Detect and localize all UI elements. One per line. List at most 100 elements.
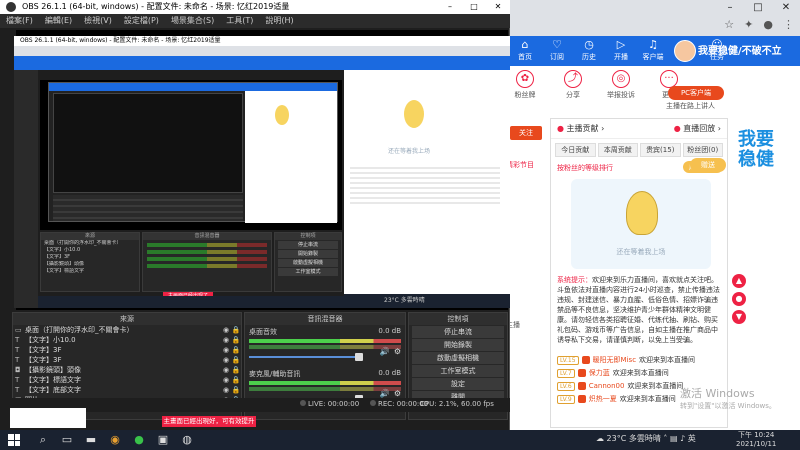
- lock-icon[interactable]: 🔒: [231, 356, 241, 364]
- ime-indicator[interactable]: 英: [688, 434, 696, 443]
- speaker-icon[interactable]: 🔊: [380, 347, 390, 356]
- weather-icon[interactable]: ☁: [596, 434, 604, 443]
- window-controls: – □ ✕: [716, 0, 800, 16]
- visibility-eye-icon[interactable]: ◉: [221, 346, 231, 354]
- extension-icon[interactable]: ✦: [744, 18, 753, 31]
- nav-item[interactable]: ▷ 开播: [606, 38, 636, 62]
- visibility-eye-icon[interactable]: ◉: [221, 336, 231, 344]
- speaker-icon[interactable]: 🔊: [380, 389, 390, 398]
- visibility-eye-icon[interactable]: ◉: [221, 386, 231, 394]
- lock-icon[interactable]: 🔒: [231, 346, 241, 354]
- visibility-eye-icon[interactable]: ◉: [221, 366, 231, 374]
- source-row[interactable]: T 【文字】3F ◉ 🔒: [13, 355, 241, 365]
- obs-taskbar-icon[interactable]: ◍: [180, 433, 194, 447]
- explorer-icon[interactable]: ▬: [84, 433, 98, 447]
- live-status: LIVE: 00:00:00: [300, 400, 359, 408]
- line-icon[interactable]: ●: [132, 433, 146, 447]
- nested-obs: 來源 桌面（打開你的浮水印_不關會卡） 【文字】小10.0 【文字】3F 【攝影…: [38, 70, 344, 308]
- subtab-week[interactable]: 本周贡献: [597, 143, 638, 157]
- right-ad[interactable]: 我要 稳健: [738, 130, 792, 170]
- source-row[interactable]: T 【文字】標語文字 ◉ 🔒: [13, 375, 241, 385]
- nav-item[interactable]: ◷ 历史: [574, 38, 604, 62]
- close-button[interactable]: ✕: [772, 0, 800, 16]
- obs-menu-item[interactable]: 檢視(V): [84, 14, 112, 28]
- start-button[interactable]: [8, 434, 20, 446]
- maximize-button[interactable]: □: [744, 0, 772, 16]
- menu-icon[interactable]: ⋮: [783, 18, 794, 31]
- side-button-1[interactable]: ▲: [732, 274, 746, 288]
- follow-button[interactable]: 关注: [510, 126, 542, 140]
- profile-icon[interactable]: ●: [763, 18, 773, 31]
- lock-icon[interactable]: 🔒: [231, 376, 241, 384]
- avatar[interactable]: [674, 40, 696, 62]
- control-button[interactable]: 設定: [412, 378, 504, 390]
- lock-icon[interactable]: 🔒: [231, 366, 241, 374]
- obs-menu-item[interactable]: 說明(H): [265, 14, 293, 28]
- subtab-today[interactable]: 今日贡献: [555, 143, 596, 157]
- chat-message: LV.7 保力蓝 欢迎来到本直播间: [557, 368, 723, 378]
- text-icon: T: [15, 346, 20, 354]
- network-icon[interactable]: ▤: [670, 434, 678, 443]
- star-icon[interactable]: ☆: [724, 18, 734, 31]
- side-button-3[interactable]: ▼: [732, 310, 746, 324]
- nested-source-3: 【文字】3F: [44, 254, 71, 260]
- subtab-fans[interactable]: 粉丝团(0): [682, 143, 723, 157]
- tray-up-icon[interactable]: ˄: [663, 434, 667, 443]
- subtab-vip[interactable]: 贵宾(15): [640, 143, 681, 157]
- control-button[interactable]: 工作室模式: [412, 365, 504, 377]
- obs-close-button[interactable]: ✕: [486, 0, 510, 14]
- control-button[interactable]: 開始錄製: [412, 339, 504, 351]
- nested-sources-header: 來源: [41, 233, 139, 240]
- source-row[interactable]: T 【文字】底部文字 ◉ 🔒: [13, 385, 241, 395]
- nested-capture: OBS 26.1.1 (64-bit, windows) - 配置文件: 未命名…: [14, 36, 510, 308]
- control-button[interactable]: 啟動虛擬相機: [412, 352, 504, 364]
- obs-menu-item[interactable]: 檔案(F): [6, 14, 33, 28]
- side-button-2[interactable]: ●: [732, 292, 746, 306]
- obs-minimize-button[interactable]: –: [438, 0, 462, 14]
- source-row[interactable]: ▭ 桌面（打開你的浮水印_不關會卡） ◉ 🔒: [13, 325, 241, 335]
- terminal-icon[interactable]: ▣: [156, 433, 170, 447]
- visibility-eye-icon[interactable]: ◉: [221, 356, 231, 364]
- minimize-button[interactable]: –: [716, 0, 744, 16]
- gear-icon[interactable]: ⚙: [394, 347, 401, 356]
- task-view-icon[interactable]: ▭: [60, 433, 74, 447]
- slider-knob[interactable]: [355, 353, 363, 361]
- obs-menu-item[interactable]: 工具(T): [226, 14, 253, 28]
- taskbar-clock[interactable]: 下午 10:24 2021/10/11: [736, 431, 776, 449]
- chat-username[interactable]: 炽热一夏: [589, 394, 617, 404]
- tab-contribution[interactable]: ● 主播贡献 ›: [557, 123, 604, 134]
- lock-icon[interactable]: 🔒: [231, 386, 241, 394]
- action-item[interactable]: ✿ 粉丝牌: [505, 70, 545, 100]
- chrome-icon[interactable]: ◉: [108, 433, 122, 447]
- lock-icon[interactable]: 🔒: [231, 326, 241, 334]
- nav-label: 客户端: [642, 53, 664, 61]
- display-icon: ▭: [15, 326, 22, 334]
- mixer-channel: 桌面音效 0.0 dB 🔊 ⚙: [245, 325, 405, 367]
- action-item[interactable]: ◎ 举报投诉: [601, 70, 641, 100]
- chat-username[interactable]: 保力蓝: [589, 368, 610, 378]
- search-icon[interactable]: ⌕: [36, 433, 50, 447]
- chat-username[interactable]: Cannon00: [589, 382, 625, 390]
- volume-icon[interactable]: ♪: [680, 434, 685, 443]
- action-item[interactable]: ⤴ 分享: [553, 70, 593, 100]
- obs-menu-item[interactable]: 編輯(E): [45, 14, 72, 28]
- tab-replay[interactable]: ● 直播回放 ›: [674, 123, 721, 134]
- nav-item[interactable]: ♫ 客户端: [638, 38, 668, 62]
- obs-menu-item[interactable]: 場景集合(S): [171, 14, 214, 28]
- visibility-eye-icon[interactable]: ◉: [221, 326, 231, 334]
- source-row[interactable]: ◘ 【攝影鏡頭】頭像 ◉ 🔒: [13, 365, 241, 375]
- obs-menu-item[interactable]: 設定檔(P): [124, 14, 159, 28]
- gift-button[interactable]: 赠送: [690, 158, 726, 172]
- source-row[interactable]: T 【文字】3F ◉ 🔒: [13, 345, 241, 355]
- chat-username[interactable]: 暖阳无即Misc: [593, 355, 636, 365]
- lock-icon[interactable]: 🔒: [231, 336, 241, 344]
- pc-client-button[interactable]: PC客户端: [668, 86, 724, 100]
- gear-icon[interactable]: ⚙: [394, 389, 401, 398]
- obs-maximize-button[interactable]: □: [462, 0, 486, 14]
- control-button[interactable]: 停止串流: [412, 326, 504, 338]
- visibility-eye-icon[interactable]: ◉: [221, 376, 231, 384]
- source-row[interactable]: T 【文字】小10.0 ◉ 🔒: [13, 335, 241, 345]
- nav-item[interactable]: ♡ 订阅: [542, 38, 572, 62]
- volume-slider[interactable]: [249, 353, 363, 361]
- nav-item[interactable]: ⌂ 首页: [510, 38, 540, 62]
